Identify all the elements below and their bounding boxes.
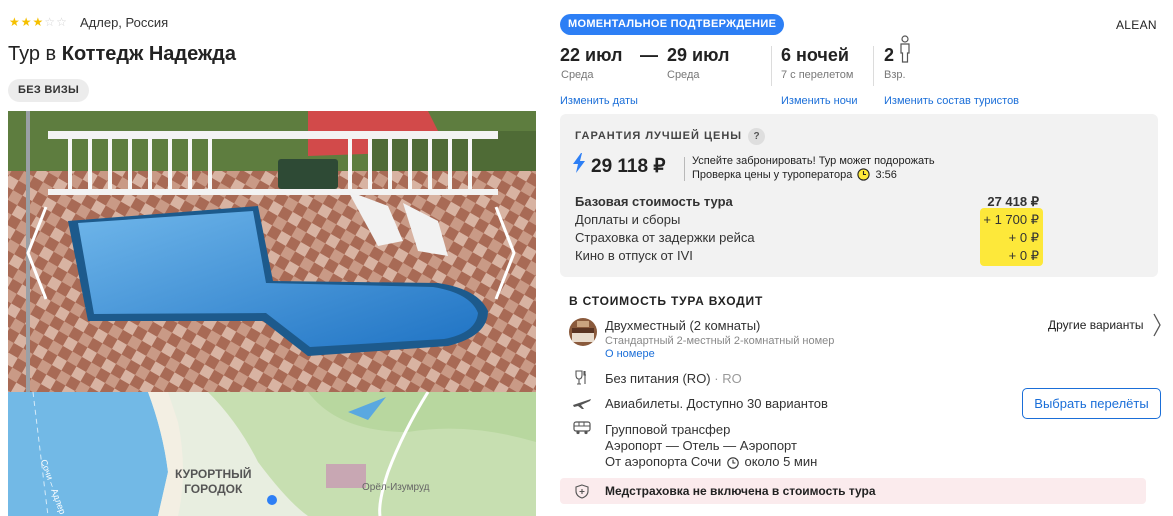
clock-icon xyxy=(727,457,739,469)
hotel-location: Адлер, Россия xyxy=(80,15,169,30)
bus-icon xyxy=(573,421,591,435)
change-tourists-link[interactable]: Изменить состав туристов xyxy=(884,95,1019,107)
star-icon: ★ xyxy=(20,15,32,29)
meal-name: Без питания (RO) xyxy=(605,371,711,386)
star-icon: ★ xyxy=(9,15,20,29)
date-separator: — xyxy=(640,45,658,65)
operator-name: ALEAN xyxy=(1116,18,1157,32)
price-hint: Успейте забронировать! Тур может подорож… xyxy=(692,155,935,182)
transfer-type: Групповой трансфер xyxy=(605,422,731,437)
price-timer: 3:56 xyxy=(875,169,897,181)
total-price: 29 118 ₽ xyxy=(591,156,666,177)
wine-glass-icon xyxy=(575,370,586,385)
lightning-icon xyxy=(573,153,585,173)
map-district-label: КУРОРТНЫЙ ГОРОДОК xyxy=(175,467,251,497)
shield-icon xyxy=(575,484,589,499)
price-hint-line1: Успейте забронировать! Тур может подорож… xyxy=(692,155,935,167)
photo-prev-arrow[interactable] xyxy=(24,205,50,301)
adults-sub: Взр. xyxy=(884,69,906,81)
nights-count: 6 ночей xyxy=(781,45,849,65)
price-hint-line2: Проверка цены у туроператора 3:56 xyxy=(692,168,935,182)
breakdown-value: + 1 700 ₽ xyxy=(983,212,1039,227)
transfer-time-value: около 5 мин xyxy=(744,454,818,469)
change-dates-link[interactable]: Изменить даты xyxy=(560,95,638,107)
star-icon: ☆ xyxy=(56,15,67,29)
about-room-link[interactable]: О номере xyxy=(605,348,655,360)
breakdown-value: + 0 ₽ xyxy=(1008,230,1039,245)
room-photo xyxy=(569,318,597,346)
pool-photo-illustration xyxy=(8,111,536,392)
timer-icon xyxy=(857,168,871,181)
transfer-time-prefix: От аэропорта Сочи xyxy=(605,454,722,469)
other-variants-link[interactable]: Другие варианты xyxy=(1048,318,1143,332)
nights-sub: 7 с перелетом xyxy=(781,69,854,81)
date-from: 22 июл xyxy=(560,45,623,65)
map-label-line2: ГОРОДОК xyxy=(184,482,243,496)
meal-code: RO xyxy=(722,371,742,386)
included-title: В СТОИМОСТЬ ТУРА ВХОДИТ xyxy=(569,294,764,308)
hotel-stars: ★ ★ ★ ☆ ☆ xyxy=(9,15,67,29)
meal-separator: · xyxy=(714,371,719,386)
breakdown-value: + 0 ₽ xyxy=(1008,248,1039,263)
hotel-map[interactable]: КУРОРТНЫЙ ГОРОДОК Орёл-Изумруд Сочи – Адл… xyxy=(8,392,536,516)
map-village-label: Орёл-Изумруд xyxy=(362,482,430,493)
breakdown-label: Доплаты и сборы xyxy=(575,212,681,227)
photo-next-arrow[interactable] xyxy=(492,205,518,301)
day-to: Среда xyxy=(667,69,700,81)
price-check-text: Проверка цены у туроператора xyxy=(692,169,853,181)
breakdown-value: 27 418 ₽ xyxy=(987,194,1039,209)
breakdown-label: Кино в отпуск от IVI xyxy=(575,248,693,263)
page-title: Тур в Коттедж Надежда xyxy=(8,43,236,66)
title-prefix: Тур в xyxy=(8,43,57,65)
choose-flights-button[interactable]: Выбрать перелёты xyxy=(1022,388,1161,419)
flights-item: Авиабилеты. Доступно 30 вариантов xyxy=(605,396,828,411)
chevron-right-icon[interactable] xyxy=(1152,312,1162,338)
guarantee-help-icon[interactable]: ? xyxy=(748,128,765,145)
divider xyxy=(873,46,874,86)
price-divider xyxy=(684,157,685,181)
day-from: Среда xyxy=(561,69,594,81)
date-to: 29 июл xyxy=(667,45,730,65)
insurance-note: Медстраховка не включена в стоимость тур… xyxy=(605,484,876,498)
meal-item: Без питания (RO) · RO xyxy=(605,371,742,386)
room-description: Стандартный 2-местный 2-комнатный номер xyxy=(605,335,835,347)
person-icon xyxy=(900,35,910,63)
map-label-line1: КУРОРТНЫЙ xyxy=(175,467,252,481)
room-name: Двухместный (2 комнаты) xyxy=(605,318,761,333)
room-thumbnail[interactable] xyxy=(569,318,597,346)
change-nights-link[interactable]: Изменить ночи xyxy=(781,95,858,107)
divider xyxy=(771,46,772,86)
adults-count: 2 xyxy=(884,45,895,65)
best-price-guarantee: ГАРАНТИЯ ЛУЧШЕЙ ЦЕНЫ xyxy=(575,130,743,142)
hotel-name: Коттедж Надежда xyxy=(61,43,236,65)
transfer-route: Аэропорт — Отель — Аэропорт xyxy=(605,438,797,453)
breakdown-label: Страховка от задержки рейса xyxy=(575,230,755,245)
star-icon: ★ xyxy=(32,15,44,29)
airplane-icon xyxy=(573,399,591,409)
breakdown-label: Базовая стоимость тура xyxy=(575,194,733,209)
hotel-photo[interactable] xyxy=(8,111,536,392)
instant-confirmation-badge: МОМЕНТАЛЬНОЕ ПОДТВЕРЖДЕНИЕ xyxy=(560,14,785,35)
star-icon: ☆ xyxy=(44,15,56,29)
visa-badge: БЕЗ ВИЗЫ xyxy=(8,79,90,102)
transfer-time: От аэропорта Сочи около 5 мин xyxy=(605,454,817,469)
map-illustration xyxy=(8,392,536,516)
